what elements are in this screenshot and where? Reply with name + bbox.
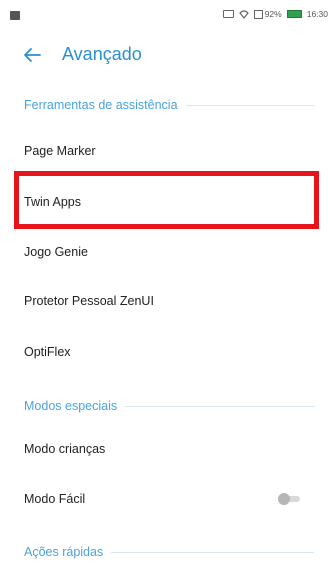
list-item-label: Twin Apps: [24, 195, 81, 209]
list-item-label: Jogo Genie: [24, 245, 88, 259]
page-title: Avançado: [62, 44, 142, 64]
section-header-label: Modos especiais: [24, 399, 118, 413]
section-header-quick-actions: Ações rápidas: [24, 542, 314, 562]
list-item-page-marker[interactable]: Page Marker: [24, 136, 314, 166]
list-item-label: Protetor Pessoal ZenUI: [24, 294, 154, 308]
app-bar: Avançado: [0, 32, 332, 76]
back-button[interactable]: [20, 42, 46, 68]
toggle-knob: [278, 493, 290, 505]
list-item-optiflex[interactable]: OptiFlex: [24, 337, 314, 367]
section-divider: [111, 551, 314, 553]
section-header-label: Ferramentas de assistência: [24, 98, 178, 112]
list-item-label: Modo crianças: [24, 442, 106, 456]
arrow-left-icon: [24, 48, 41, 62]
section-divider: [125, 405, 314, 407]
battery-icon: [286, 10, 302, 18]
list-item-label: OptiFlex: [24, 345, 71, 359]
list-item-twin-apps[interactable]: Twin Apps: [24, 187, 314, 217]
data-saver-icon: [253, 9, 263, 19]
section-header-assistance-tools: Ferramentas de assistência: [24, 95, 314, 115]
status-icons: 92% 16:30: [222, 9, 328, 19]
clock: 16:30: [306, 9, 328, 19]
list-item-modo-facil[interactable]: Modo Fácil: [24, 484, 314, 514]
image-notification-icon: [10, 11, 20, 20]
status-bar: 92% 16:30: [0, 0, 332, 32]
modo-facil-toggle[interactable]: [278, 493, 300, 505]
list-item-jogo-genie[interactable]: Jogo Genie: [24, 237, 314, 267]
wifi-icon: [238, 10, 249, 19]
battery-percent: 92%: [264, 9, 282, 19]
list-item-label: Modo Fácil: [24, 492, 86, 506]
section-header-label: Ações rápidas: [24, 545, 104, 559]
section-divider: [185, 104, 314, 106]
section-header-special-modes: Modos especiais: [24, 396, 314, 416]
list-item-protetor-pessoal[interactable]: Protetor Pessoal ZenUI: [24, 286, 314, 316]
list-item-label: Page Marker: [24, 144, 96, 158]
battery-percent-group: 92%: [253, 9, 282, 19]
list-item-modo-criancas[interactable]: Modo crianças: [24, 434, 314, 464]
cast-icon: [222, 10, 234, 18]
